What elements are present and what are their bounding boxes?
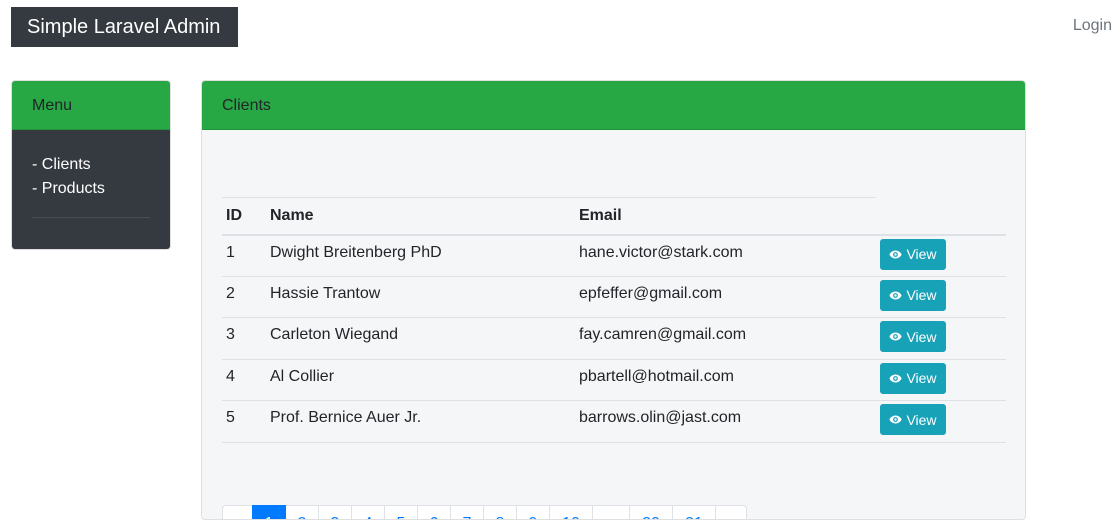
client-email: hane.victor@stark.com: [575, 234, 876, 277]
eye-icon: [889, 250, 903, 259]
column-header-name: Name: [266, 197, 575, 236]
table-row: 2 Hassie Trantow epfeffer@gmail.com View: [222, 276, 1006, 318]
brand-link[interactable]: Simple Laravel Admin: [11, 7, 238, 47]
login-link[interactable]: Login: [1073, 17, 1112, 35]
table-row: 3 Carleton Wiegand fay.camren@gmail.com Vie…: [222, 317, 1006, 360]
client-id: 2: [222, 276, 266, 318]
view-button[interactable]: View: [880, 362, 946, 394]
column-header-id: ID: [222, 197, 266, 236]
client-email: fay.camren@gmail.com: [575, 317, 876, 360]
view-button[interactable]: View: [880, 321, 946, 352]
pagination-page[interactable]: 2: [285, 505, 319, 519]
pagination-page[interactable]: 20: [629, 505, 673, 519]
action-cell: View: [876, 234, 1006, 277]
table-header-row: ID Name Email: [222, 197, 1006, 236]
client-name: Al Collier: [266, 359, 575, 401]
client-id: 1: [222, 234, 266, 277]
pagination-page[interactable]: 9: [516, 505, 550, 519]
eye-icon: [889, 332, 903, 341]
table-row: 4 Al Collier pbartell@hotmail.com View: [222, 359, 1006, 401]
client-email: barrows.olin@jast.com: [575, 400, 876, 443]
client-name: Carleton Wiegand: [266, 317, 575, 360]
table-row: 5 Prof. Bernice Auer Jr. barrows.olin@jast…: [222, 400, 1006, 443]
clients-body: ID Name Email 1 Dwight Breitenberg PhD han…: [202, 130, 1025, 519]
table-row: 1 Dwight Breitenberg PhD hane.victor@stark…: [222, 234, 1006, 277]
pagination-page[interactable]: 3: [318, 505, 352, 519]
view-button[interactable]: View: [880, 238, 946, 270]
eye-icon: [889, 415, 903, 424]
pagination: ‹12345678910...2021›: [222, 505, 747, 519]
view-button-label: View: [906, 328, 937, 345]
clients-table: ID Name Email 1 Dwight Breitenberg PhD han…: [222, 197, 1006, 443]
column-header-action: [876, 197, 1006, 236]
action-cell: View: [876, 317, 1006, 360]
action-cell: View: [876, 276, 1006, 318]
action-cell: View: [876, 359, 1006, 401]
client-id: 3: [222, 317, 266, 360]
clients-card: Clients ID Name Email 1 Dwight Breitenber…: [201, 80, 1026, 520]
eye-icon: [889, 291, 903, 300]
view-button[interactable]: View: [880, 279, 946, 311]
pagination-page[interactable]: 7: [450, 505, 484, 519]
view-button-label: View: [906, 370, 937, 386]
menu-divider: [32, 217, 150, 218]
pagination-page[interactable]: 1: [252, 505, 286, 519]
pagination-page[interactable]: 21: [672, 505, 716, 519]
pagination-page[interactable]: 5: [384, 505, 418, 519]
pagination-ellipsis: ...: [592, 505, 630, 519]
pagination-page[interactable]: 10: [549, 505, 593, 519]
top-navbar: Simple Laravel Admin Login: [0, 0, 1120, 56]
menu-card: Menu - Clients - Products: [11, 80, 171, 250]
eye-icon: [889, 374, 903, 383]
pagination-page[interactable]: 4: [351, 505, 385, 519]
pagination-page[interactable]: 6: [417, 505, 451, 519]
menu-body: - Clients - Products: [12, 130, 170, 249]
client-email: pbartell@hotmail.com: [575, 359, 876, 401]
client-id: 5: [222, 400, 266, 443]
menu-item-clients[interactable]: - Clients: [32, 153, 150, 177]
client-name: Prof. Bernice Auer Jr.: [266, 400, 575, 443]
menu-item-products[interactable]: - Products: [32, 177, 150, 201]
pagination-prev: ‹: [222, 505, 253, 519]
client-name: Hassie Trantow: [266, 276, 575, 318]
client-email: epfeffer@gmail.com: [575, 276, 876, 318]
action-cell: View: [876, 400, 1006, 443]
view-button-label: View: [906, 287, 937, 303]
client-name: Dwight Breitenberg PhD: [266, 234, 575, 277]
view-button[interactable]: View: [880, 404, 946, 435]
menu-card-header: Menu: [12, 81, 170, 130]
pagination-next[interactable]: ›: [715, 505, 747, 519]
view-button-label: View: [906, 246, 937, 262]
client-id: 4: [222, 359, 266, 401]
clients-card-header: Clients: [202, 81, 1025, 130]
view-button-label: View: [906, 411, 937, 428]
pagination-page[interactable]: 8: [483, 505, 517, 519]
column-header-email: Email: [575, 197, 876, 236]
